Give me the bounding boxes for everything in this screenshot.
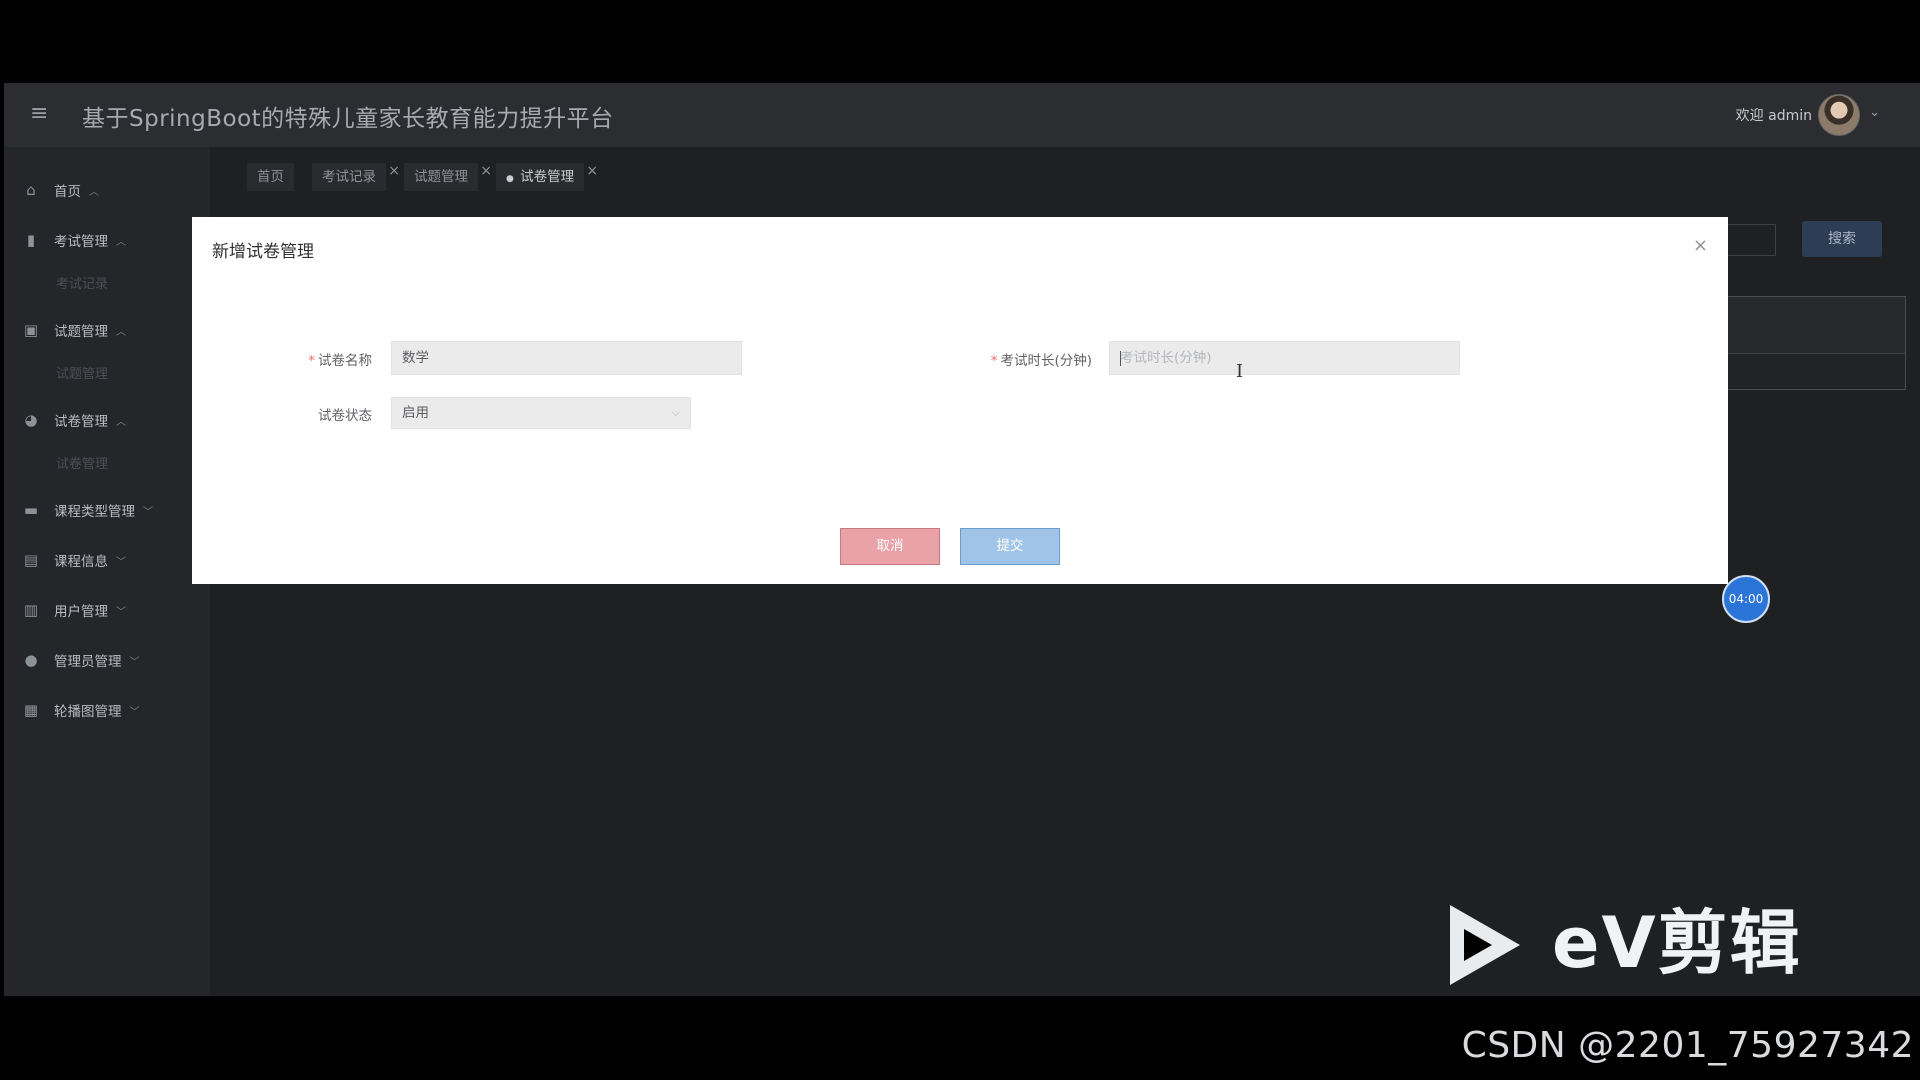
sidebar-item-label: 试题管理 — [54, 324, 108, 340]
sidebar-item-label: 管理员管理 — [54, 654, 122, 670]
timer-badge[interactable]: 04:00 — [1722, 575, 1770, 623]
close-icon[interactable]: × — [388, 157, 400, 185]
label-text: 考试时长(分钟) — [1000, 353, 1092, 369]
sidebar-item-label: 用户管理 — [54, 604, 108, 620]
search-button[interactable]: 搜索 — [1802, 221, 1882, 257]
tab-bar: 首页 考试记录 × 试题管理 × 试卷管理 × — [247, 163, 602, 191]
chevron-up-icon: ︿ — [116, 236, 126, 248]
submit-button[interactable]: 提交 — [960, 528, 1060, 565]
sidebar-item-course-info[interactable]: ▤ 课程信息 ﹀ — [22, 548, 126, 572]
tab-label: 首页 — [257, 169, 284, 185]
sidebar-item-label: 课程类型管理 — [54, 504, 135, 520]
close-icon[interactable]: × — [586, 157, 598, 185]
required-mark: * — [308, 353, 315, 369]
sidebar-item-carousel[interactable]: ▦ 轮播图管理 ﹀ — [22, 698, 140, 722]
tab-home[interactable]: 首页 — [247, 163, 294, 191]
add-paper-dialog: 新增试卷管理 × * 试卷名称 数学 * 考试时长(分钟) 考试时长(分钟) I 试… — [192, 217, 1728, 584]
sidebar-item-label: 课程信息 — [54, 554, 108, 570]
grid-icon: ▦ — [23, 701, 39, 719]
sidebar-item-questions[interactable]: ▣ 试题管理 ︿ — [22, 318, 126, 342]
tab-paper-manage[interactable]: 试卷管理 × — [496, 163, 598, 191]
chevron-up-icon: ︿ — [116, 416, 126, 428]
close-icon[interactable]: × — [480, 157, 492, 185]
data-table — [1724, 296, 1906, 390]
status-label: 试卷状态 — [318, 408, 372, 424]
sidebar-item-label: 试卷管理 — [54, 414, 108, 430]
avatar[interactable] — [1818, 94, 1860, 136]
tab-label: 考试记录 — [322, 169, 376, 185]
dialog-title: 新增试卷管理 — [212, 242, 314, 262]
sidebar-item-label: 轮播图管理 — [54, 704, 122, 720]
app-title: 基于SpringBoot的特殊儿童家长教育能力提升平台 — [82, 106, 614, 132]
hamburger-menu-icon[interactable]: ≡ — [30, 103, 52, 125]
tab-exam-records[interactable]: 考试记录 × — [312, 163, 400, 191]
chevron-down-icon: ﹀ — [116, 606, 126, 618]
tab-label: 试卷管理 — [520, 169, 575, 185]
briefcase-icon: ▬ — [23, 501, 39, 519]
sidebar-item-home[interactable]: ⌂ 首页 ︿ — [22, 178, 99, 202]
chevron-down-icon: ﹀ — [116, 556, 126, 568]
sidebar-item-exam[interactable]: ▮ 考试管理 ︿ — [22, 228, 126, 252]
gauge-icon: ◕ — [24, 411, 38, 429]
sidebar-item-label: 考试管理 — [54, 234, 108, 250]
text-cursor — [1120, 351, 1121, 366]
top-bar: ≡ 基于SpringBoot的特殊儿童家长教育能力提升平台 欢迎 admin ⌄ — [4, 83, 1920, 147]
sidebar-item-admins[interactable]: ● 管理员管理 ﹀ — [22, 648, 140, 672]
chevron-down-icon[interactable]: ⌄ — [1869, 105, 1880, 120]
required-mark: * — [990, 353, 998, 369]
cancel-button[interactable]: 取消 — [840, 528, 940, 565]
play-icon-inner — [1464, 929, 1492, 961]
sidebar-subitem-exam-records[interactable]: 考试记录 — [56, 273, 108, 292]
status-select-value: 启用 — [402, 405, 429, 421]
sidebar-subitem-question-manage[interactable]: 试题管理 — [56, 363, 108, 382]
close-icon[interactable]: × — [1693, 235, 1708, 256]
chevron-down-icon: ﹀ — [129, 706, 140, 718]
chevron-up-icon: ︿ — [89, 186, 99, 198]
sidebar-item-label: 首页 — [54, 184, 81, 200]
clipboard-icon: ▣ — [23, 321, 39, 339]
sidebar: ⌂ 首页 ︿ ▮ 考试管理 ︿ 考试记录 ▣ 试题管理 ︿ 试题管理 ◕ 试卷管… — [4, 147, 210, 996]
table-header — [1725, 297, 1905, 353]
chevron-up-icon: ︿ — [116, 326, 126, 338]
ev-logo-text: eV剪辑 — [1552, 902, 1802, 984]
sidebar-item-papers[interactable]: ◕ 试卷管理 ︿ — [22, 408, 126, 432]
duration-field[interactable]: 考试时长(分钟) — [1109, 341, 1460, 375]
paper-name-label: * 试卷名称 — [272, 349, 372, 369]
circle-icon: ● — [24, 651, 38, 669]
notebook-icon: ▤ — [23, 551, 39, 569]
sidebar-item-users[interactable]: ▥ 用户管理 ﹀ — [22, 598, 126, 622]
ev-logo: eV剪辑 — [1450, 902, 1820, 995]
sidebar-item-course-types[interactable]: ▬ 课程类型管理 ﹀ — [22, 498, 153, 522]
chevron-down-icon: ⌵ — [671, 406, 680, 419]
ibeam-cursor-icon: I — [1236, 361, 1244, 382]
welcome-text: 欢迎 admin — [1735, 108, 1812, 124]
chevron-down-icon: ﹀ — [129, 656, 140, 668]
home-icon: ⌂ — [26, 181, 36, 199]
label-text: 试卷名称 — [318, 353, 372, 369]
chevron-down-icon: ﹀ — [143, 506, 153, 518]
status-select[interactable]: 启用 ⌵ — [391, 397, 691, 429]
duration-placeholder: 考试时长(分钟) — [1120, 350, 1212, 366]
duration-label: * 考试时长(分钟) — [952, 349, 1092, 369]
paper-name-field[interactable]: 数学 — [391, 341, 742, 375]
book-icon: ▮ — [26, 231, 36, 249]
table-row — [1725, 353, 1905, 388]
sidebar-subitem-paper-manage[interactable]: 试卷管理 — [56, 453, 108, 472]
tab-label: 试题管理 — [414, 169, 468, 185]
watermark: CSDN @2201_75927342 — [1461, 1025, 1914, 1066]
columns-icon: ▥ — [23, 601, 39, 619]
tab-question-manage[interactable]: 试题管理 × — [404, 163, 492, 191]
